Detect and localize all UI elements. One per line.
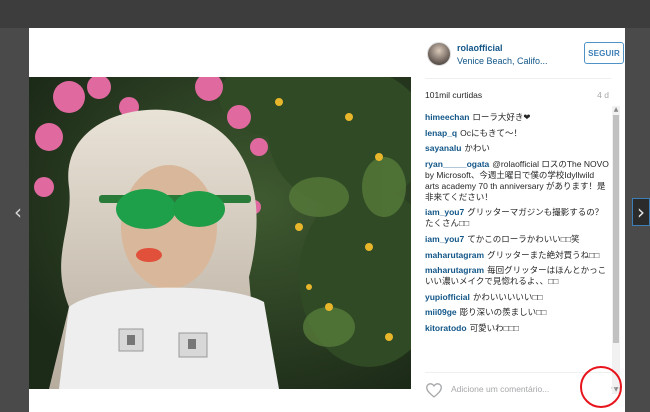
comment-item: lenap_q Ocにもきて〜！ — [425, 128, 609, 139]
comment-item: iam_you7 てかこのローラかわいい□□笑 — [425, 234, 609, 245]
comment-username[interactable]: mii09ge — [425, 307, 457, 317]
comment-username[interactable]: iam_you7 — [425, 207, 464, 217]
comment-item: yupiofficial かわいいいいい□□ — [425, 292, 609, 303]
scroll-thumb[interactable] — [613, 115, 619, 343]
comment-username[interactable]: sayanalu — [425, 143, 461, 153]
like-heart-icon[interactable] — [425, 382, 443, 398]
post-stats: 101mil curtidas 4 d — [411, 88, 625, 104]
comment-item: mii09ge 彫り深いの羨ましい□□ — [425, 307, 609, 318]
comment-text: ローラ大好き❤ — [472, 112, 531, 122]
comment-username[interactable]: yupiofficial — [425, 292, 470, 302]
post-photo — [29, 77, 411, 389]
comment-item: maharutagram 毎回グリッターはほんとかっこいい濃いメイクで見惚れるよ、… — [425, 265, 609, 287]
post-modal: rolaofficial Venice Beach, Califo... SEG… — [29, 28, 625, 412]
post-side-panel: rolaofficial Venice Beach, Califo... SEG… — [411, 28, 625, 412]
comment-text: 彫り深いの羨ましい□□ — [459, 307, 547, 318]
comment-username[interactable]: kitoratodo — [425, 323, 467, 333]
avatar[interactable] — [427, 42, 451, 66]
username-link[interactable]: rolaofficial — [457, 43, 503, 53]
comments-scrollbar[interactable]: ▲ ▼ — [612, 106, 620, 394]
comment-input[interactable] — [451, 384, 571, 394]
comment-username[interactable]: maharutagram — [425, 265, 484, 275]
comment-text: 可愛いわ□□□ — [469, 322, 519, 333]
previous-post-arrow-icon[interactable]: ‹ — [14, 202, 22, 222]
comment-text: かわい — [464, 143, 490, 154]
footer-divider — [425, 372, 611, 373]
comment-text: てかこのローラかわいい□□笑 — [467, 233, 580, 244]
comment-text: グリッターまた絶対買うね□□ — [487, 249, 600, 260]
backdrop-top — [0, 0, 650, 28]
location-link[interactable]: Venice Beach, Califo... — [457, 56, 548, 66]
header-divider — [425, 78, 611, 79]
comment-username[interactable]: iam_you7 — [425, 234, 464, 244]
comment-username[interactable]: ryan_____ogata — [425, 159, 489, 169]
comment-username[interactable]: maharutagram — [425, 250, 484, 260]
scroll-up-icon[interactable]: ▲ — [612, 106, 620, 114]
comment-username[interactable]: himeechan — [425, 112, 469, 122]
comment-item: ryan_____ogata @rolaofficial ロスのThe NOVO … — [425, 159, 609, 203]
highlight-circle — [580, 366, 622, 408]
likes-count[interactable]: 101mil curtidas — [425, 90, 482, 100]
comment-text: かわいいいいい□□ — [472, 291, 543, 302]
comment-username[interactable]: lenap_q — [425, 128, 457, 138]
follow-button[interactable]: SEGUIR — [584, 42, 624, 64]
comment-item: maharutagram グリッターまた絶対買うね□□ — [425, 250, 609, 261]
post-age[interactable]: 4 d — [597, 90, 609, 100]
comment-item: iam_you7 グリッターマガジンも撮影するの？たくさん□□ — [425, 207, 609, 229]
next-post-arrow-icon[interactable]: › — [632, 198, 650, 226]
comment-text: Ocにもきて〜！ — [460, 127, 522, 138]
comment-item: kitoratodo 可愛いわ□□□ — [425, 323, 609, 334]
comment-item: himeechan ローラ大好き❤ — [425, 112, 609, 123]
comment-item: sayanalu かわい — [425, 143, 609, 154]
post-header: rolaofficial Venice Beach, Califo... SEG… — [411, 28, 625, 78]
comments-list: himeechan ローラ大好き❤ lenap_q Ocにもきて〜！ sayanal… — [425, 112, 609, 366]
